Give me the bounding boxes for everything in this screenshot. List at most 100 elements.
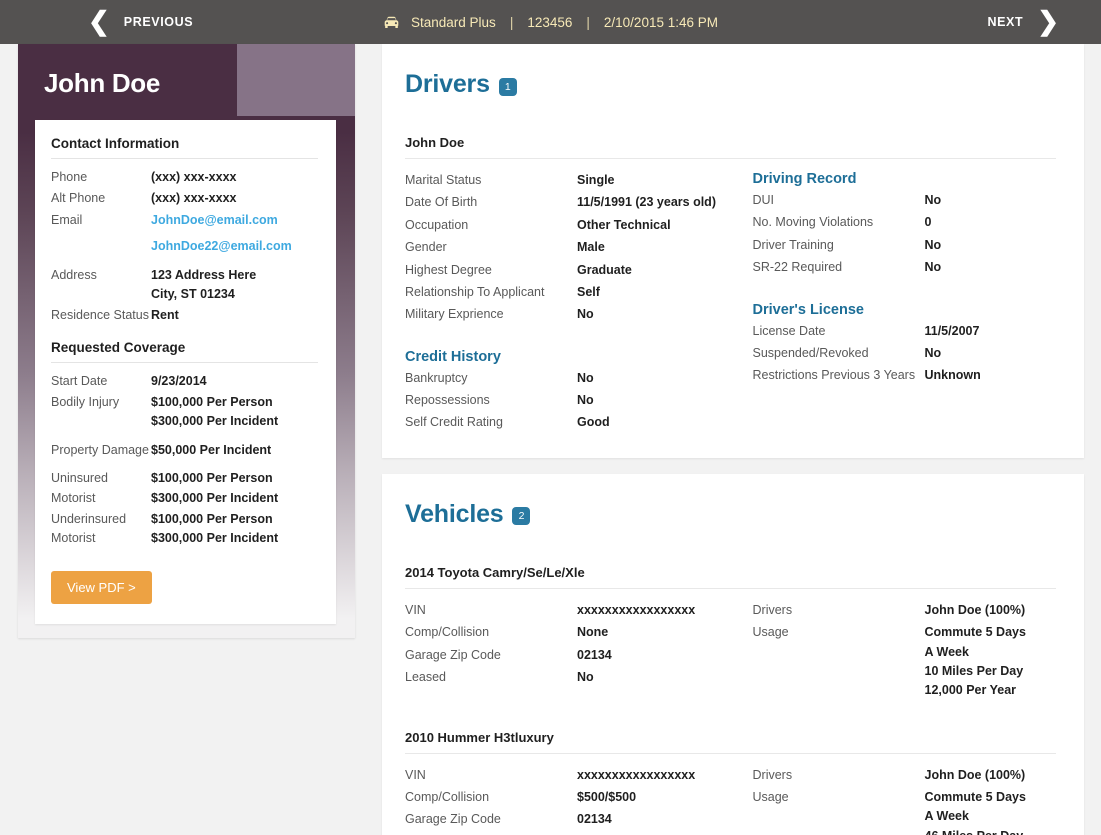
email-link-secondary[interactable]: JohnDoe22@email.com xyxy=(151,237,292,256)
comp-collision-value: None xyxy=(577,625,609,640)
vehicle-row-garage-zip: Garage Zip Code 02134 xyxy=(405,810,731,829)
dui-label: DUI xyxy=(752,193,775,207)
vehicle-left-column: VIN xxxxxxxxxxxxxxxxx Comp/Collision $50… xyxy=(405,766,731,835)
comp-collision-value: $500/$500 xyxy=(577,790,637,804)
bodily-injury-per-person: $100,000 Per Person xyxy=(151,395,273,409)
previous-button-label: PREVIOUS xyxy=(123,15,194,29)
top-navigation-bar: ❮ PREVIOUS Standard Plus | 123456 | 2/10… xyxy=(0,0,1101,44)
vehicle-left-column: VIN xxxxxxxxxxxxxxxxx Comp/Collision Non… xyxy=(405,601,731,704)
coverage-row-start-date: Start Date 9/23/2014 xyxy=(51,372,318,391)
vehicles-count-badge: 2 xyxy=(512,507,531,526)
uninsured-motorist-label: Uninsured Motorist xyxy=(51,471,108,505)
vehicle-usage-value: Commute 5 Days A Week 46 Miles Per Day 1… xyxy=(925,788,1037,835)
driver-row-marital-status: Marital Status Single xyxy=(405,171,731,190)
vehicle-drivers-label: Drivers xyxy=(752,602,793,617)
driving-row-dui: DUI No xyxy=(753,191,1057,210)
vehicle-usage-label: Usage xyxy=(752,625,789,640)
chevron-left-icon: ❮ xyxy=(88,5,110,36)
moving-violations-value: 0 xyxy=(924,215,932,230)
vehicles-panel-title: Vehicles xyxy=(405,499,504,528)
usage-miles-per-day: 46 Miles Per Day xyxy=(925,827,1037,835)
vehicle-drivers-value: John Doe (100%) xyxy=(924,767,1026,782)
vehicle-row-garage-zip: Garage Zip Code 02134 xyxy=(405,646,731,665)
drivers-panel-header: Drivers 1 xyxy=(405,70,1056,99)
drivers-license-title: Driver's License xyxy=(752,301,864,318)
strip-separator-2: | xyxy=(586,14,590,30)
contact-row-residence-status: Residence Status Rent xyxy=(51,306,318,325)
vehicle-name-heading: 2014 Toyota Camry/Se/Le/Xle xyxy=(405,565,1056,589)
date-of-birth-value: 11/5/1991 (23 years old) xyxy=(577,195,716,210)
vehicle-block: 2014 Toyota Camry/Se/Le/Xle VIN xxxxxxxx… xyxy=(405,565,1056,704)
drivers-count-badge: 1 xyxy=(498,77,517,96)
garage-zip-label: Garage Zip Code xyxy=(405,647,501,662)
gender-value: Male xyxy=(577,240,605,255)
highest-degree-label: Highest Degree xyxy=(405,262,492,277)
alt-phone-value: (xxx) xxx-xxxx xyxy=(151,191,237,206)
chevron-right-icon: ❯ xyxy=(1037,5,1059,36)
vehicle-columns: VIN xxxxxxxxxxxxxxxxx Comp/Collision Non… xyxy=(405,601,1056,704)
view-pdf-button[interactable]: View PDF > xyxy=(51,570,152,604)
drivers-panel: Drivers 1 John Doe Marital Status Single… xyxy=(382,44,1084,458)
vehicle-row-leased: Leased No xyxy=(405,668,731,687)
credit-history-title: Credit History xyxy=(405,348,501,365)
driver-left-column: Marital Status Single Date Of Birth 11/5… xyxy=(405,171,731,436)
drivers-columns: Marital Status Single Date Of Birth 11/5… xyxy=(405,171,1056,436)
contact-information-title: Contact Information xyxy=(51,136,318,159)
policy-datetime-label: 2/10/2015 1:46 PM xyxy=(603,14,718,30)
uninsured-per-person: $100,000 Per Person xyxy=(151,471,273,486)
leased-label: Leased xyxy=(405,669,447,684)
dui-value: No xyxy=(924,193,942,207)
email-link-primary[interactable]: JohnDoe@email.com xyxy=(151,211,292,230)
occupation-label: Occupation xyxy=(405,217,469,232)
underinsured-motorist-label: Underinsured Motorist xyxy=(51,511,127,546)
suspended-revoked-value: No xyxy=(924,345,942,360)
vehicle-row-usage: Usage Commute 5 Days A Week 46 Miles Per… xyxy=(753,788,1057,835)
driver-row-date-of-birth: Date Of Birth 11/5/1991 (23 years old) xyxy=(405,193,731,212)
underinsured-per-person: $100,000 Per Person xyxy=(151,511,273,526)
date-of-birth-label: Date Of Birth xyxy=(405,195,478,210)
repossessions-value: No xyxy=(577,393,594,407)
vehicle-usage-value: Commute 5 Days A Week 10 Miles Per Day 1… xyxy=(925,623,1037,701)
alt-phone-label: Alt Phone xyxy=(51,191,106,206)
garage-zip-value: 02134 xyxy=(577,812,612,827)
next-button[interactable]: NEXT ❯ xyxy=(987,5,1059,36)
vehicle-row-comp-collision: Comp/Collision None xyxy=(405,623,731,642)
contact-row-alt-phone: Alt Phone (xxx) xxx-xxxx xyxy=(51,189,318,208)
residence-status-value: Rent xyxy=(151,308,179,323)
bodily-injury-label: Bodily Injury xyxy=(51,395,120,409)
coverage-row-property-damage: Property Damage $50,000 Per Incident xyxy=(51,441,318,460)
vehicle-row-usage: Usage Commute 5 Days A Week 10 Miles Per… xyxy=(753,623,1057,701)
property-damage-value: $50,000 Per Incident xyxy=(151,442,272,457)
vehicle-drivers-value: John Doe (100%) xyxy=(924,602,1026,617)
occupation-value: Other Technical xyxy=(577,217,671,232)
underinsured-motorist-value: $100,000 Per Person $300,000 Per Inciden… xyxy=(151,510,278,549)
vehicle-drivers-label: Drivers xyxy=(752,767,793,782)
vehicle-row-drivers: Drivers John Doe (100%) xyxy=(753,766,1057,785)
strip-separator-1: | xyxy=(509,14,514,30)
requested-coverage-title: Requested Coverage xyxy=(51,340,318,363)
phone-label: Phone xyxy=(51,170,88,184)
vehicle-row-comp-collision: Comp/Collision $500/$500 xyxy=(405,788,731,807)
contact-row-phone: Phone (xxx) xxx-xxxx xyxy=(51,168,318,187)
start-date-value: 9/23/2014 xyxy=(151,373,207,388)
marital-status-label: Marital Status xyxy=(405,173,482,187)
usage-commute: Commute 5 Days A Week xyxy=(924,625,1026,659)
previous-button[interactable]: ❮ PREVIOUS xyxy=(88,5,194,36)
marital-status-value: Single xyxy=(577,173,615,187)
policy-type-label: Standard Plus xyxy=(411,14,496,30)
bodily-injury-value: $100,000 Per Person $300,000 Per Inciden… xyxy=(151,393,278,432)
garage-zip-value: 02134 xyxy=(577,647,612,662)
vehicle-row-vin: VIN xxxxxxxxxxxxxxxxx xyxy=(405,601,731,620)
license-row-date: License Date 11/5/2007 xyxy=(753,322,1057,341)
driving-row-sr22: SR-22 Required No xyxy=(753,258,1057,277)
main-content: Drivers 1 John Doe Marital Status Single… xyxy=(382,44,1084,835)
usage-miles-per-year: 12,000 Per Year xyxy=(924,683,1017,698)
moving-violations-label: No. Moving Violations xyxy=(752,215,874,230)
usage-miles-per-day: 10 Miles Per Day xyxy=(924,663,1024,678)
comp-collision-label: Comp/Collision xyxy=(405,625,490,640)
bodily-injury-per-incident: $300,000 Per Incident xyxy=(151,414,279,429)
applicant-sidebar: John Doe Contact Information Phone (xxx)… xyxy=(18,44,355,638)
driving-row-driver-training: Driver Training No xyxy=(753,236,1057,255)
vehicle-block: 2010 Hummer H3tluxury VIN xxxxxxxxxxxxxx… xyxy=(405,730,1056,835)
property-damage-label: Property Damage xyxy=(51,442,149,457)
